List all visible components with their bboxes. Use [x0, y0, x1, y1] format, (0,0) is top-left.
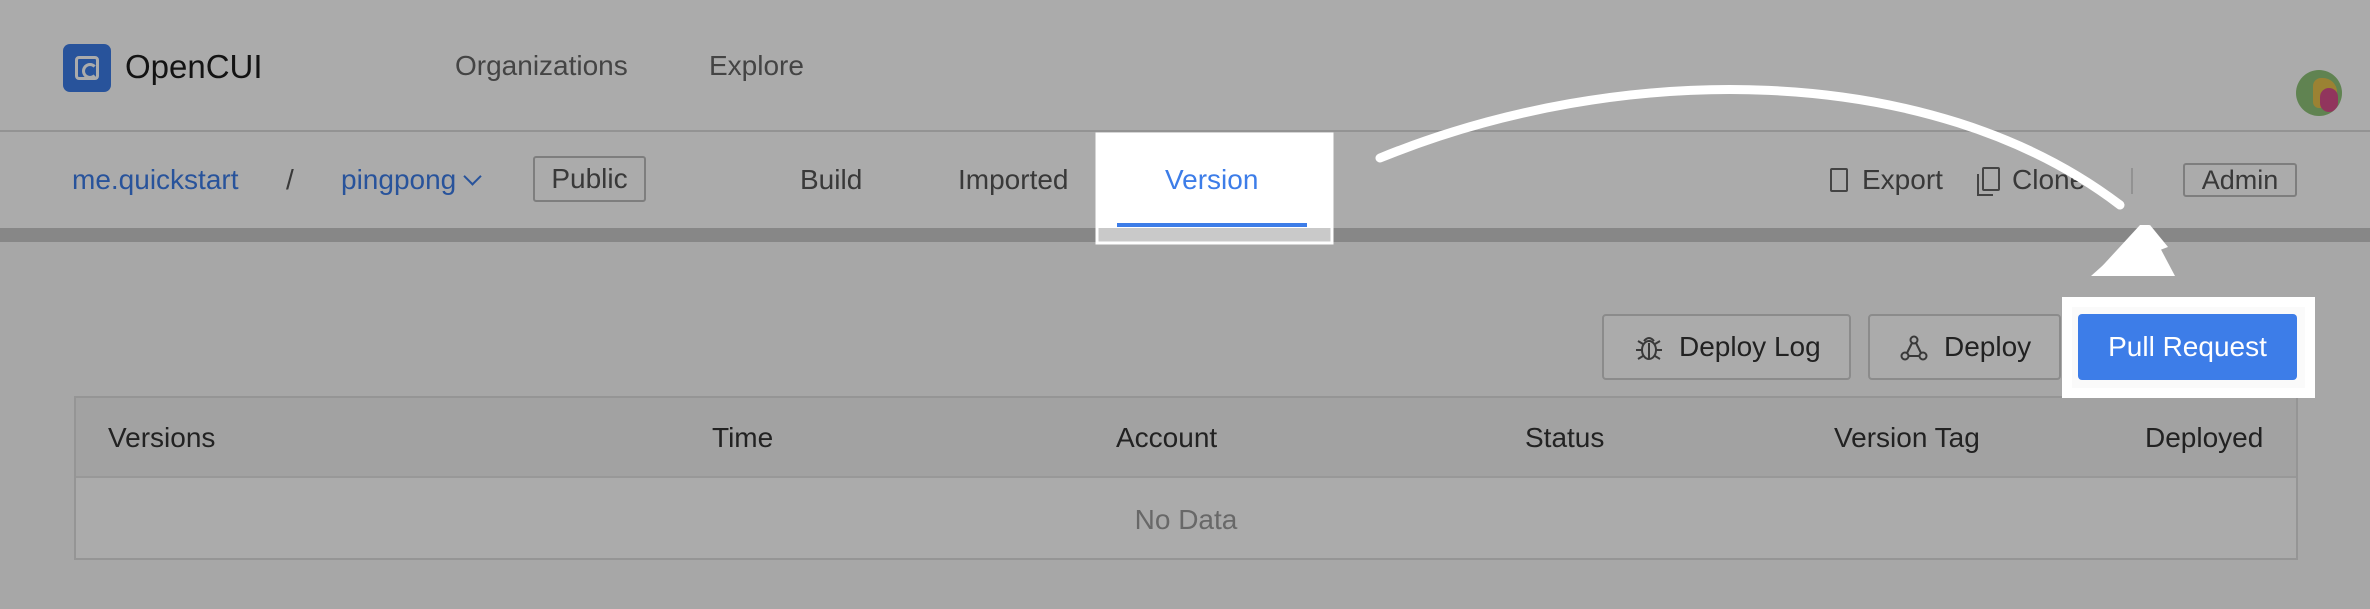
- deploy-label: Deploy: [1944, 331, 2032, 362]
- top-navbar: [0, 0, 2370, 132]
- nav-organizations[interactable]: Organizations: [455, 46, 628, 86]
- export-icon[interactable]: [1830, 168, 1848, 192]
- deploy-log-button[interactable]: Deploy Log: [1602, 314, 1851, 380]
- brand-name[interactable]: OpenCUI: [125, 46, 263, 88]
- pull-request-button[interactable]: Pull Request: [2078, 314, 2297, 380]
- clone-icon[interactable]: [1977, 167, 2000, 196]
- export-button[interactable]: Export: [1862, 160, 1943, 200]
- column-version-tag: Version Tag: [1834, 422, 1980, 453]
- action-divider: [2131, 168, 2133, 194]
- empty-state-text: No Data: [1134, 504, 1238, 535]
- clone-button[interactable]: Clone: [2012, 160, 2085, 200]
- visibility-badge: Public: [533, 156, 646, 202]
- opencui-logo-icon[interactable]: [63, 44, 111, 92]
- column-account: Account: [1116, 422, 1218, 453]
- active-tab-indicator: [1117, 223, 1307, 227]
- bug-icon: [1636, 337, 1662, 360]
- breadcrumb-org[interactable]: me.quickstart: [72, 160, 239, 200]
- deploy-button[interactable]: Deploy: [1868, 314, 2061, 380]
- breadcrumb-separator: /: [286, 164, 294, 195]
- tab-version[interactable]: Version: [1165, 160, 1258, 200]
- breadcrumb-project[interactable]: pingpong: [341, 160, 456, 200]
- deploy-icon: [1900, 335, 1928, 361]
- nav-explore[interactable]: Explore: [709, 46, 804, 86]
- column-status: Status: [1525, 422, 1605, 453]
- column-deployed: Deployed: [2145, 422, 2264, 453]
- tab-imported[interactable]: Imported: [958, 160, 1069, 200]
- deploy-log-label: Deploy Log: [1679, 331, 1821, 362]
- column-versions: Versions: [108, 422, 216, 453]
- column-time: Time: [712, 422, 774, 453]
- admin-button[interactable]: Admin: [2183, 163, 2297, 197]
- tab-build[interactable]: Build: [800, 160, 862, 200]
- user-avatar[interactable]: [2296, 70, 2342, 116]
- section-divider: [0, 228, 2370, 242]
